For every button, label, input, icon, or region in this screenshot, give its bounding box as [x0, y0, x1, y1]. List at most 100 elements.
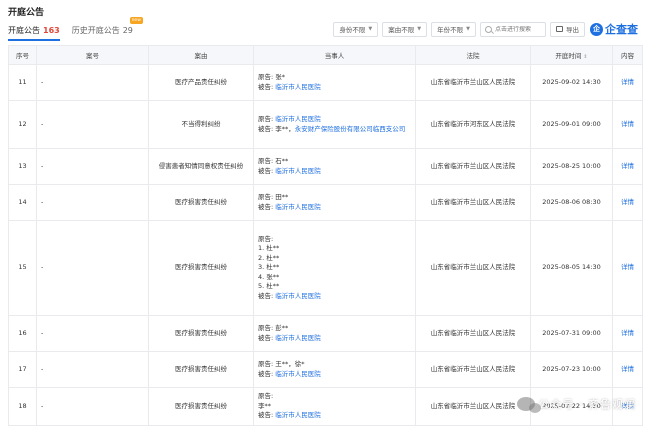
cause-filter-label: 案由不限 [388, 26, 415, 34]
party-role-label: 被告: [258, 411, 276, 420]
party-name: 王**，徐* [275, 360, 305, 368]
row-court: 山东省临沂市兰山区人民法院 [415, 64, 531, 101]
party-name: 石** [275, 157, 289, 165]
row-index: 17 [8, 351, 37, 388]
tab-history-court-notices[interactable]: 历史开庭公告 29 new [71, 17, 143, 41]
row-parties: 原告: 张* 被告: 临沂市人民医院 [253, 64, 416, 101]
export-button[interactable]: 导出 [550, 21, 585, 37]
row-detail-link[interactable]: 详情 [612, 100, 643, 149]
watermark-text: 公众号 · 齐鲁观澜 [538, 398, 636, 411]
row-cause: 医疗损害责任纠纷 [148, 351, 254, 388]
row-detail-link[interactable]: 详情 [612, 64, 643, 101]
row-hearing-time: 2025-07-23 10:00 [530, 351, 613, 388]
search-input[interactable] [495, 25, 547, 33]
col-header-parties: 当事人 [253, 45, 416, 65]
row-case-number: - [36, 315, 149, 352]
row-case-number: - [36, 148, 149, 185]
row-court: 山东省临沂市兰山区人民法院 [415, 387, 531, 426]
party-name: 张* [275, 73, 286, 81]
wechat-icon [516, 397, 541, 413]
new-badge: new [129, 17, 143, 24]
party-organization-link[interactable]: 临沂市人民医院 [275, 115, 321, 123]
row-court: 山东省临沂市河东区人民法院 [415, 100, 531, 149]
filter-toolbar: 身份不限▼ 案由不限▼ 年份不限▼ 导出 企 企查查 [329, 21, 638, 37]
col-header-index: 序号 [8, 45, 37, 65]
row-court: 山东省临沂市兰山区人民法院 [415, 148, 531, 185]
row-court: 山东省临沂市兰山区人民法院 [415, 315, 531, 352]
party-role-label: 被告: [258, 202, 276, 211]
qichacha-logo-icon: 企 [590, 22, 603, 36]
table-row: 13- 侵害患者知情同意权责任纠纷 原告: 石** 被告: 临沂市人民医院 山东省临沂市… [8, 148, 643, 185]
identity-filter-dropdown[interactable]: 身份不限 ▼ [333, 21, 379, 37]
row-cause: 侵害患者知情同意权责任纠纷 [148, 148, 254, 185]
col-header-hearing-time-label: 开庭时间 [555, 52, 582, 60]
col-header-content: 内容 [612, 45, 643, 65]
row-detail-link[interactable]: 详情 [612, 148, 643, 185]
party-name: 3. 杜** [258, 263, 280, 272]
table-row: 15- 医疗损害责任纠纷 原告: 1. 杜** 2. 杜** 3. 杜** 4. 张** 5.… [8, 220, 643, 316]
party-organization-link[interactable]: 临沂市人民医院 [275, 167, 321, 175]
year-filter-dropdown[interactable]: 年份不限 ▼ [431, 21, 476, 37]
party-role-label: 原告: [258, 157, 276, 165]
row-detail-link[interactable]: 详情 [612, 315, 643, 352]
row-case-number: - [36, 220, 149, 316]
party-organization-link[interactable]: 临沂市人民医院 [275, 370, 321, 378]
party-organization-link[interactable]: 临沂市人民医院 [275, 411, 321, 419]
party-line: 被告: 李**，永安财产保险股份有限公司临西支公司 [258, 125, 411, 135]
party-organization-link[interactable]: 临沂市人民医院 [275, 83, 321, 91]
brand-name: 企查查 [605, 23, 638, 36]
party-role-label: 被告: [258, 82, 276, 91]
row-parties: 原告: 李** 被告: 临沂市人民医院 [253, 387, 416, 426]
party-role-label: 原告: [258, 73, 276, 81]
table-row: 11- 医疗产品责任纠纷 原告: 张* 被告: 临沂市人民医院 山东省临沂市兰山区人民法… [8, 64, 643, 101]
party-line: 原告: 张* [258, 73, 411, 83]
row-cause: 医疗产品责任纠纷 [148, 64, 254, 101]
row-case-number: - [36, 387, 149, 426]
row-cause: 医疗损害责任纠纷 [148, 184, 254, 221]
cause-filter-dropdown[interactable]: 案由不限 ▼ [382, 21, 428, 37]
party-organization-link[interactable]: 临沂市人民医院 [275, 203, 321, 211]
row-parties: 原告: 临沂市人民医院 被告: 李**，永安财产保险股份有限公司临西支公司 [253, 100, 416, 149]
row-parties: 原告: 田** 被告: 临沂市人民医院 [253, 184, 416, 221]
party-role-label: 被告: [258, 291, 276, 300]
party-name: 4. 张** [258, 272, 280, 281]
row-index: 14 [8, 184, 37, 221]
row-detail-link[interactable]: 详情 [612, 351, 643, 388]
col-header-hearing-time[interactable]: 开庭时间 ⇕ [530, 45, 613, 65]
brand-logo: 企 企查查 [590, 21, 638, 37]
search-box[interactable] [480, 21, 547, 37]
row-court: 山东省临沂市兰山区人民法院 [415, 351, 531, 388]
tab-count: 163 [43, 26, 60, 35]
row-parties: 原告: 石** 被告: 临沂市人民医院 [253, 148, 416, 185]
row-index: 13 [8, 148, 37, 185]
party-name: 田** [275, 193, 289, 201]
search-icon [485, 25, 492, 33]
row-detail-link[interactable]: 详情 [612, 184, 643, 221]
tab-label: 历史开庭公告 [71, 26, 120, 35]
row-cause: 不当得利纠纷 [148, 100, 254, 149]
party-line: 被告: 临沂市人民医院 [258, 370, 411, 380]
col-header-court: 法院 [415, 45, 531, 65]
year-filter-label: 年份不限 [437, 26, 464, 34]
party-line: 3. 杜** [258, 263, 411, 273]
tab-count: 29 [122, 26, 133, 35]
party-organization-link[interactable]: 临沂市人民医院 [275, 334, 321, 342]
sort-icon: ⇕ [583, 54, 588, 60]
tab-bar: 开庭公告 163 历史开庭公告 29 new [8, 17, 145, 41]
row-case-number: - [36, 64, 149, 101]
party-role-label: 原告: [258, 193, 276, 201]
row-hearing-time: 2025-08-25 10:00 [530, 148, 613, 185]
watermark: 公众号 · 齐鲁观澜 [516, 396, 637, 413]
party-line: 原告: 田** [258, 193, 411, 203]
party-organization-link[interactable]: 永安财产保险股份有限公司临西支公司 [295, 125, 406, 133]
party-line: 被告: 临沂市人民医院 [258, 334, 411, 344]
tab-court-notices[interactable]: 开庭公告 163 [8, 25, 60, 41]
party-organization-link[interactable]: 临沂市人民医院 [275, 292, 321, 300]
party-role-label: 被告: [258, 124, 276, 133]
row-detail-link[interactable]: 详情 [612, 220, 643, 316]
row-court: 山东省临沂市兰山区人民法院 [415, 184, 531, 221]
party-line: 被告: 临沂市人民医院 [258, 292, 411, 302]
row-hearing-time: 2025-07-31 09:00 [530, 315, 613, 352]
export-icon [556, 26, 563, 32]
party-role-label: 原告: [258, 360, 276, 368]
